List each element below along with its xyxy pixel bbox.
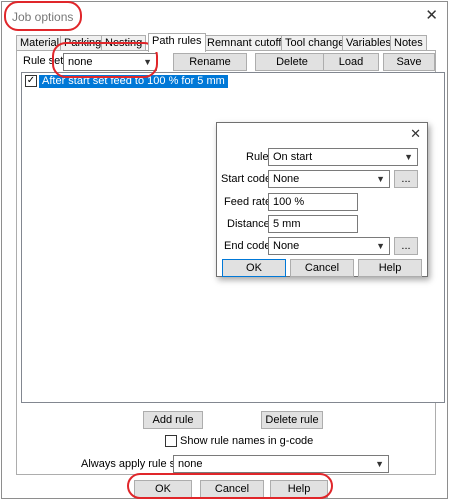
chevron-down-icon: ▼ (375, 459, 384, 469)
rule-editor-dialog: ✕ Rule On start ▼ Start code None ▼ ... … (216, 122, 428, 277)
rename-button[interactable]: Rename (173, 53, 247, 71)
close-icon[interactable]: ✕ (425, 8, 438, 23)
end-code-select[interactable]: None ▼ (268, 237, 390, 255)
window-title: Job options (12, 10, 74, 24)
start-code-browse-button[interactable]: ... (394, 170, 418, 188)
add-rule-button[interactable]: Add rule (143, 411, 203, 429)
feed-rate-label: Feed rate (224, 196, 272, 208)
delete-rule-button[interactable]: Delete rule (261, 411, 323, 429)
tab-remnant-cutoff[interactable]: Remnant cutoff (203, 35, 286, 51)
distance-input[interactable]: 5 mm (268, 215, 358, 233)
rule-label: Rule (246, 151, 269, 163)
dialog-close-icon[interactable]: ✕ (410, 126, 421, 141)
chevron-down-icon: ▼ (404, 152, 413, 162)
end-code-label: End code (224, 240, 271, 252)
always-apply-value: none (178, 458, 203, 470)
rule-select[interactable]: On start ▼ (268, 148, 418, 166)
chevron-down-icon: ▼ (376, 174, 385, 184)
feed-rate-input[interactable]: 100 % (268, 193, 358, 211)
rule-list-item[interactable]: After start set feed to 100 % for 5 mm (39, 75, 228, 88)
chevron-down-icon: ▼ (376, 241, 385, 251)
dialog-ok-button[interactable]: OK (222, 259, 286, 277)
start-code-value: None (273, 173, 300, 185)
rule-checkbox[interactable]: ✓ (25, 75, 37, 87)
dialog-help-button[interactable]: Help (358, 259, 422, 277)
tab-variables[interactable]: Variables (342, 35, 396, 51)
tab-notes[interactable]: Notes (390, 35, 427, 51)
rule-value: On start (273, 151, 313, 163)
show-names-checkbox[interactable] (165, 435, 177, 447)
start-code-label: Start code (221, 173, 272, 185)
always-apply-select[interactable]: none ▼ (173, 455, 389, 473)
end-code-browse-button[interactable]: ... (394, 237, 418, 255)
end-code-value: None (273, 240, 300, 252)
rule-set-label: Rule set (23, 55, 64, 67)
show-names-label: Show rule names in g-code (180, 435, 314, 447)
chevron-down-icon: ▼ (143, 57, 152, 67)
save-button[interactable]: Save (383, 53, 435, 71)
help-button[interactable]: Help (270, 480, 328, 498)
distance-label: Distance (227, 218, 270, 230)
tab-tool-change[interactable]: Tool change (281, 35, 349, 51)
load-button[interactable]: Load (323, 53, 379, 71)
dialog-cancel-button[interactable]: Cancel (290, 259, 354, 277)
rule-set-select[interactable]: none ▼ (63, 53, 157, 71)
tab-path-rules[interactable]: Path rules (148, 33, 206, 52)
tab-nesting[interactable]: Nesting (101, 35, 147, 51)
always-apply-label: Always apply rule set (81, 458, 185, 470)
tab-material[interactable]: Material (16, 35, 64, 51)
job-options-window: Job options ✕ Material Parking Nesting P… (1, 1, 448, 499)
rule-set-value: none (68, 56, 93, 68)
title-bar: Job options ✕ (2, 2, 447, 32)
start-code-select[interactable]: None ▼ (268, 170, 390, 188)
cancel-button[interactable]: Cancel (200, 480, 264, 498)
delete-ruleset-button[interactable]: Delete (255, 53, 329, 71)
ok-button[interactable]: OK (134, 480, 192, 498)
tab-parking[interactable]: Parking (60, 35, 106, 51)
